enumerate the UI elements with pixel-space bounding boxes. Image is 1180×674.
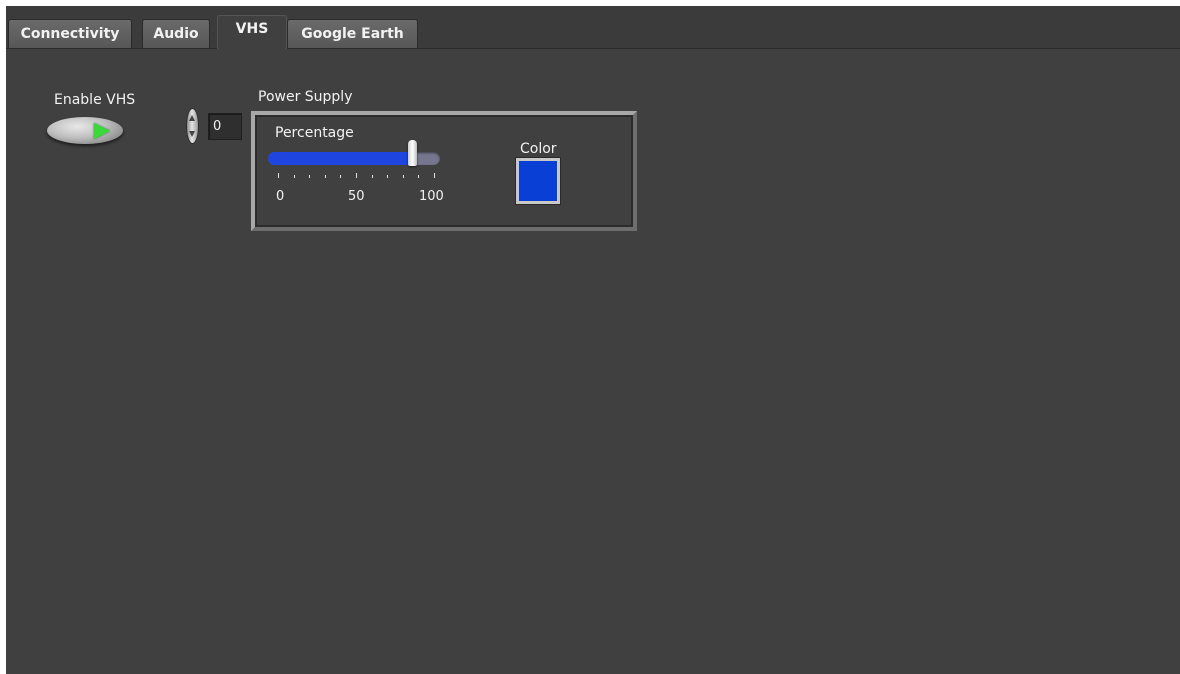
scale-tick (278, 173, 279, 178)
tab-control: Connectivity Audio VHS Google Earth (6, 6, 1180, 674)
scale-tick (418, 175, 419, 178)
tab-connectivity[interactable]: Connectivity (8, 19, 132, 48)
scale-tick (356, 173, 357, 178)
color-label: Color (520, 141, 557, 157)
scale-label-min: 0 (276, 189, 285, 204)
scale-label-max: 100 (419, 189, 444, 204)
percentage-label: Percentage (275, 125, 354, 141)
percentage-slider-fill (268, 152, 412, 165)
scale-tick (434, 173, 435, 178)
increment-arrow-icon[interactable] (189, 115, 195, 121)
scale-tick (294, 175, 295, 178)
on-indicator-icon (94, 123, 110, 139)
scale-tick (340, 175, 341, 178)
index-value-field[interactable]: 0 (208, 113, 242, 140)
application-window: Connectivity Audio VHS Google Earth Enab… (0, 0, 1180, 674)
power-supply-label: Power Supply (258, 89, 353, 105)
enable-vhs-label: Enable VHS (54, 92, 136, 108)
enable-vhs-toggle[interactable] (47, 117, 123, 144)
tab-strip: Connectivity Audio VHS Google Earth (6, 6, 1180, 49)
scale-tick (372, 175, 373, 178)
decrement-arrow-icon[interactable] (189, 131, 195, 137)
color-swatch[interactable] (516, 158, 560, 204)
scale-tick (309, 175, 310, 178)
tab-vhs[interactable]: VHS (217, 15, 287, 49)
percentage-slider-thumb[interactable] (408, 140, 417, 166)
scale-label-mid: 50 (348, 189, 365, 204)
percentage-scale-ticks (268, 173, 440, 178)
index-spinner[interactable] (186, 108, 199, 144)
scale-tick (403, 175, 404, 178)
tab-google-earth[interactable]: Google Earth (287, 19, 418, 48)
scale-tick (387, 175, 388, 178)
tab-audio[interactable]: Audio (142, 19, 210, 48)
scale-tick (325, 175, 326, 178)
